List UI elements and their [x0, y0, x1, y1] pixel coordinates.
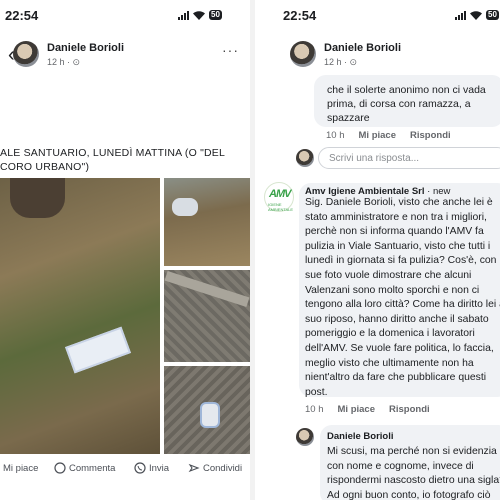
reply-comment-text: Mi scusi, ma perché non si evidenzia con… [327, 446, 500, 500]
back-arrow-icon[interactable]: ‹ [8, 44, 15, 67]
status-bar: 22:54 50 [0, 8, 250, 26]
tree-trunk [10, 178, 65, 218]
comment-like-link[interactable]: Mi piace [338, 404, 376, 415]
status-time: 22:54 [5, 8, 39, 23]
amv-logo-subtext: IGIENE AMBIENTALE [268, 202, 294, 212]
litter-bag [172, 198, 198, 216]
plastic-bag [200, 402, 220, 428]
wifi-icon [470, 10, 482, 20]
reply-author-avatar[interactable] [296, 428, 314, 446]
comment-time: 10 h [305, 404, 324, 415]
signal-icon [178, 10, 189, 20]
send-button[interactable]: Invia [134, 462, 169, 474]
reply-author-name[interactable]: Daniele Borioli [327, 431, 394, 442]
post-meta: 12 h · ⊙ [47, 57, 81, 67]
comment-button[interactable]: Commenta [54, 462, 115, 474]
system-icons: 50 [455, 10, 499, 20]
amv-comment-text: Sig. Daniele Borioli, visto che anche le… [305, 197, 500, 398]
amv-logo-text: AMV [269, 188, 291, 200]
comment-reply-link[interactable]: Rispondi [410, 130, 451, 141]
comment-label: Commenta [69, 462, 116, 474]
send-label: Invia [149, 462, 170, 474]
more-options-icon[interactable]: ··· [222, 42, 239, 58]
wifi-icon [193, 10, 205, 20]
author-name[interactable]: Daniele Borioli [47, 42, 124, 54]
amv-logo[interactable]: AMV IGIENE AMBIENTALE [264, 182, 294, 212]
litter-paper [65, 326, 131, 374]
status-time: 22:54 [283, 8, 317, 23]
amv-comment-links: 10 h Mi piace Rispondi [305, 404, 430, 415]
system-icons: 50 [178, 10, 222, 20]
curb [164, 270, 250, 308]
comment-time: 10 h [326, 130, 345, 141]
photo-main[interactable] [0, 178, 160, 454]
previous-comment-links: 10 h Mi piace Rispondi [326, 130, 451, 141]
like-label: Mi piace [3, 462, 39, 474]
share-button[interactable]: Condividi [188, 462, 242, 474]
share-label: Condividi [203, 462, 243, 474]
post-actions: Mi piace Commenta Invia Condividi [0, 458, 250, 478]
battery-icon: 50 [209, 10, 222, 20]
whatsapp-icon [134, 462, 146, 474]
author-avatar[interactable] [13, 41, 39, 67]
signal-icon [455, 10, 466, 20]
post-text: ALE SANTUARIO, LUNEDÌ MATTINA (O "DEL CO… [0, 147, 226, 173]
previous-comment-text: che il solerte anonimo non ci vada prima… [327, 84, 486, 124]
comment-like-link[interactable]: Mi piace [359, 130, 397, 141]
photo-4[interactable] [164, 366, 250, 454]
post-meta: 12 h · ⊙ [324, 57, 358, 67]
status-bar: 22:54 50 [255, 8, 500, 26]
reply-input[interactable]: Scrivi una risposta... [318, 147, 500, 169]
like-button[interactable]: Mi piace [3, 463, 38, 474]
author-name[interactable]: Daniele Borioli [324, 42, 401, 54]
battery-icon: 50 [486, 10, 499, 20]
photo-grid[interactable] [0, 178, 250, 454]
post-panel: 22:54 50 Daniele Borioli 12 h · ⊙ ··· AL… [0, 0, 250, 500]
current-user-avatar [296, 149, 314, 167]
share-icon [188, 463, 200, 473]
reply-comment-header: Daniele Borioli [327, 431, 394, 442]
comment-reply-link[interactable]: Rispondi [389, 404, 430, 415]
author-avatar[interactable] [290, 41, 316, 67]
comment-icon [54, 462, 66, 474]
photo-2[interactable] [164, 178, 250, 266]
photo-3[interactable] [164, 270, 250, 362]
